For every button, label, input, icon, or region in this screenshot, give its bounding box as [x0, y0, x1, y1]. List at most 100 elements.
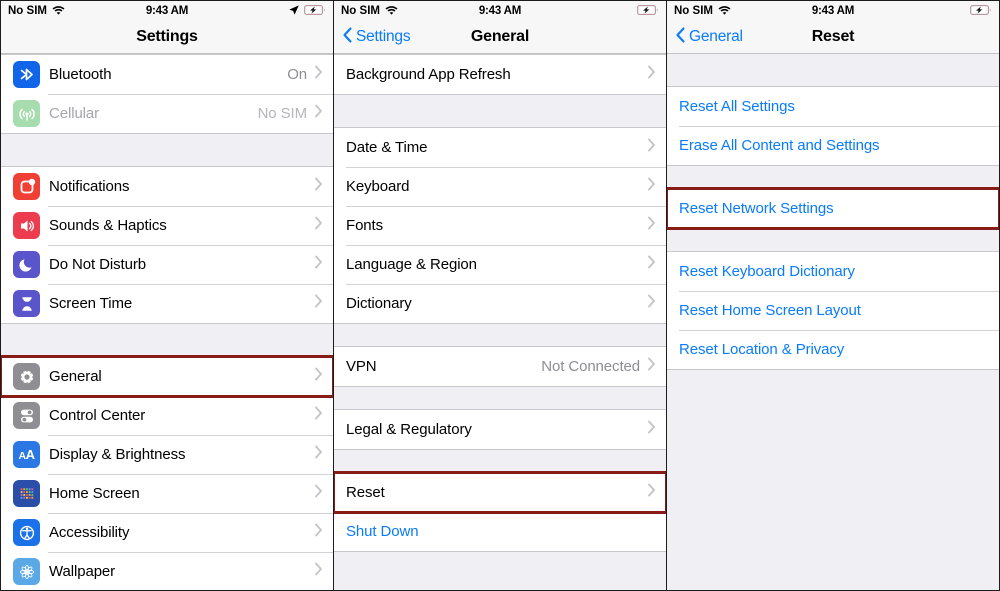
list-item-label: Screen Time: [49, 295, 133, 312]
chevron-right-icon: [647, 138, 656, 157]
list-item[interactable]: Keyboard: [334, 167, 666, 206]
list-item[interactable]: Fonts: [334, 206, 666, 245]
settings-group: Notifications Sounds & Haptics Do Not Dist…: [1, 166, 333, 324]
group-spacer: [667, 229, 999, 251]
group-spacer: [667, 54, 999, 86]
gear-icon: [13, 363, 40, 390]
list-item[interactable]: Wallpaper: [1, 552, 333, 590]
chevron-right-icon: [314, 367, 323, 386]
list-item-value: No SIM: [257, 105, 308, 122]
list-item[interactable]: Legal & Regulatory: [334, 410, 666, 449]
list-item-label: Fonts: [346, 217, 384, 234]
phone-screen-general: No SIM 9:43 AM Settings General Background A…: [334, 1, 666, 590]
chevron-right-icon: [314, 523, 323, 542]
settings-group: Reset Keyboard Dictionary Reset Home Scre…: [667, 251, 999, 370]
back-button[interactable]: General: [675, 26, 743, 48]
back-button-label: General: [689, 28, 743, 45]
group-spacer: [334, 450, 666, 472]
status-bar-clock: 9:43 AM: [145, 5, 189, 17]
list-item[interactable]: Sounds & Haptics: [1, 206, 333, 245]
settings-list[interactable]: Background App Refresh Date & Time Keyboar…: [334, 54, 666, 590]
chevron-right-icon: [314, 65, 323, 84]
list-item[interactable]: Shut Down: [334, 512, 666, 551]
list-item[interactable]: Do Not Disturb: [1, 245, 333, 284]
status-bar: No SIM 9:43 AM: [334, 1, 666, 21]
list-item[interactable]: Reset Home Screen Layout: [667, 291, 999, 330]
chevron-right-icon: [314, 255, 323, 274]
settings-group: Reset All Settings Erase All Content and …: [667, 86, 999, 166]
navigation-bar: Settings General: [334, 21, 666, 54]
three-panel-screenshot: No SIM 9:43 AM Settings Bluetooth On Cellular…: [0, 0, 1000, 591]
group-spacer: [667, 166, 999, 188]
location-arrow-icon: [288, 4, 300, 19]
chevron-right-icon: [314, 562, 323, 581]
list-item[interactable]: Screen Time: [1, 284, 333, 323]
list-item[interactable]: Notifications: [1, 167, 333, 206]
sounds-haptics-icon: [13, 212, 40, 239]
accessibility-icon: [13, 519, 40, 546]
list-item-label: Display & Brightness: [49, 446, 186, 463]
list-item-label: Reset All Settings: [679, 98, 795, 115]
list-item[interactable]: Control Center: [1, 396, 333, 435]
back-button[interactable]: Settings: [342, 26, 411, 48]
phone-screen-settings: No SIM 9:43 AM Settings Bluetooth On Cellular…: [1, 1, 333, 590]
list-item[interactable]: Cellular No SIM: [1, 94, 333, 133]
list-item-label: Erase All Content and Settings: [679, 137, 880, 154]
status-bar-clock: 9:43 AM: [478, 5, 522, 17]
display-brightness-icon: AA: [13, 441, 40, 468]
group-spacer: [334, 95, 666, 127]
chevron-right-icon: [647, 65, 656, 84]
list-item-value: Not Connected: [541, 358, 640, 375]
list-item[interactable]: Home Screen: [1, 474, 333, 513]
list-item-label: Accessibility: [49, 524, 130, 541]
settings-group: Legal & Regulatory: [334, 409, 666, 450]
chevron-right-icon: [647, 420, 656, 439]
list-item-label: Keyboard: [346, 178, 410, 195]
list-item[interactable]: Reset Keyboard Dictionary: [667, 252, 999, 291]
list-item[interactable]: Reset All Settings: [667, 87, 999, 126]
settings-group: Bluetooth On Cellular No SIM: [1, 54, 333, 134]
chevron-right-icon: [314, 177, 323, 196]
list-item-label: Reset Network Settings: [679, 200, 834, 217]
list-item-label: Date & Time: [346, 139, 428, 156]
settings-list[interactable]: Reset All Settings Erase All Content and …: [667, 54, 999, 590]
chevron-right-icon: [314, 104, 323, 123]
list-item-label: Dictionary: [346, 295, 412, 312]
list-item[interactable]: Background App Refresh: [334, 55, 666, 94]
list-item[interactable]: Erase All Content and Settings: [667, 126, 999, 165]
list-item[interactable]: VPN Not Connected: [334, 347, 666, 386]
list-item[interactable]: Bluetooth On: [1, 55, 333, 94]
list-item-label: Control Center: [49, 407, 146, 424]
home-screen-icon: [13, 480, 40, 507]
group-spacer: [1, 134, 333, 166]
back-button-label: Settings: [356, 28, 411, 45]
list-item[interactable]: Reset: [334, 471, 666, 514]
list-item-label: Background App Refresh: [346, 66, 511, 83]
list-item[interactable]: AA Display & Brightness: [1, 435, 333, 474]
settings-group: Date & Time Keyboard Fonts Language & Regio…: [334, 127, 666, 324]
settings-group: VPN Not Connected: [334, 346, 666, 387]
wallpaper-icon: [13, 558, 40, 585]
chevron-left-icon: [342, 26, 353, 48]
list-item-label: General: [49, 368, 102, 385]
settings-group: Reset Network Settings: [667, 187, 999, 230]
list-item[interactable]: Reset Network Settings: [667, 187, 999, 230]
chevron-right-icon: [647, 177, 656, 196]
battery-charging-icon: [637, 4, 659, 19]
list-item[interactable]: Language & Region: [334, 245, 666, 284]
chevron-right-icon: [647, 216, 656, 235]
list-item-label: Wallpaper: [49, 563, 116, 580]
list-item-label: Notifications: [49, 178, 130, 195]
settings-list[interactable]: Bluetooth On Cellular No SIM Notifications So…: [1, 54, 333, 590]
navigation-bar: General Reset: [667, 21, 999, 54]
list-item[interactable]: Dictionary: [334, 284, 666, 323]
screen-time-icon: [13, 290, 40, 317]
notifications-icon: [13, 173, 40, 200]
list-item[interactable]: General: [1, 355, 333, 398]
list-item[interactable]: Accessibility: [1, 513, 333, 552]
do-not-disturb-icon: [13, 251, 40, 278]
control-center-icon: [13, 402, 40, 429]
list-item[interactable]: Reset Location & Privacy: [667, 330, 999, 369]
list-item[interactable]: Date & Time: [334, 128, 666, 167]
list-item-label: Cellular: [49, 105, 100, 122]
